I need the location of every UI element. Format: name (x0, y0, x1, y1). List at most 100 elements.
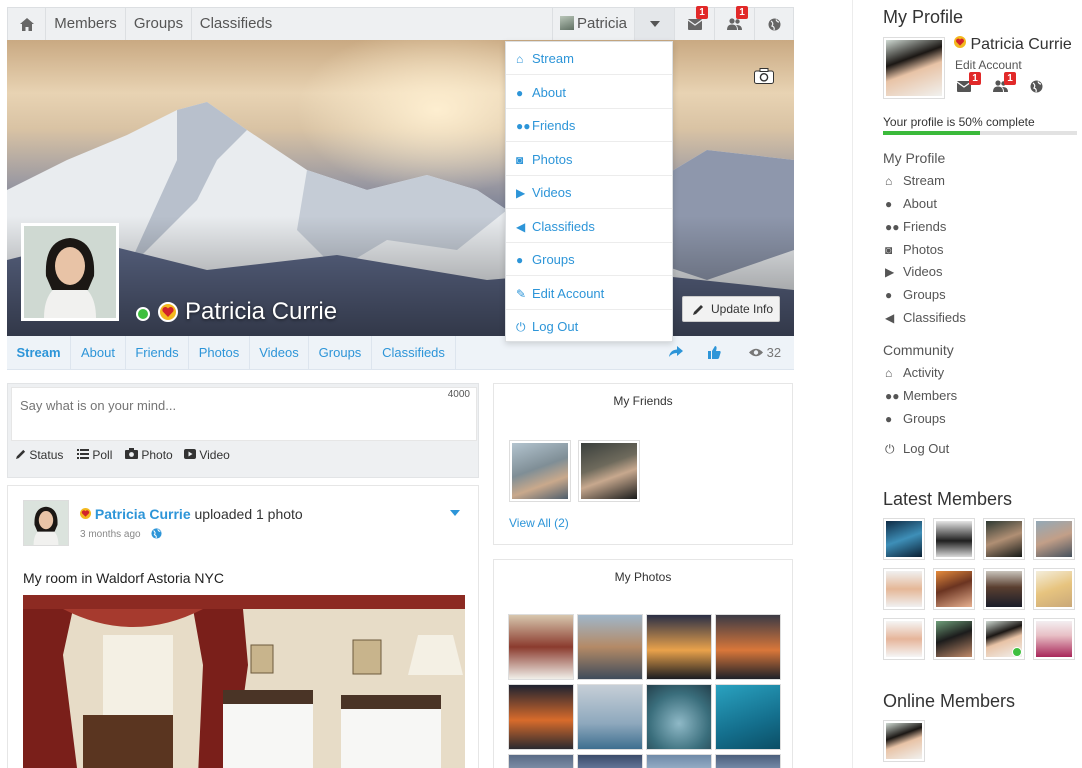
change-cover-button[interactable] (754, 68, 774, 84)
sidebar-link-classifieds[interactable]: ◀ Classifieds (885, 310, 966, 325)
my-friends-title: My Friends (613, 394, 673, 408)
status-option-poll-label: Poll (92, 448, 113, 462)
post-photo[interactable] (23, 595, 465, 768)
dropdown-label: Edit Account (532, 286, 605, 301)
dropdown-label: Stream (532, 51, 574, 66)
friend-requests-button[interactable]: 1 (714, 6, 754, 40)
photo-thumb[interactable] (715, 614, 781, 680)
dropdown-item-photos[interactable]: ◙ Photos (506, 143, 672, 176)
photo-thumb[interactable] (508, 614, 574, 680)
member-thumb[interactable] (983, 518, 1025, 560)
dropdown-item-groups[interactable]: ● Groups (506, 243, 672, 276)
profile-avatar[interactable] (21, 223, 119, 321)
online-member-thumb[interactable] (883, 720, 925, 762)
sidebar-link-label: Activity (903, 365, 945, 380)
photo-thumb[interactable] (715, 754, 781, 768)
photo-thumb[interactable] (646, 684, 712, 750)
globe-icon (1030, 80, 1043, 93)
sidebar-link-friends[interactable]: ●● Friends (885, 219, 946, 234)
member-thumb[interactable] (883, 518, 925, 560)
sidebar-link-photos[interactable]: ◙ Photos (885, 242, 943, 257)
dropdown-item-classifieds[interactable]: ◀ Classifieds (506, 210, 672, 243)
tab-friends[interactable]: Friends (126, 336, 189, 370)
friend-thumb[interactable] (578, 440, 640, 502)
dropdown-item-stream[interactable]: ⌂ Stream (506, 42, 672, 75)
sidebar-link-groups[interactable]: ● Groups (885, 287, 946, 302)
sidebar-link-activity[interactable]: ⌂ Activity (885, 365, 944, 380)
post-timestamp: 3 months ago (80, 528, 162, 540)
user-menu[interactable]: Patricia (552, 8, 634, 40)
member-thumb[interactable] (983, 568, 1025, 610)
member-thumb[interactable] (883, 568, 925, 610)
photo-thumb[interactable] (646, 614, 712, 680)
member-thumb[interactable] (1033, 618, 1075, 660)
post-options-button[interactable] (450, 504, 460, 519)
sidebar-mail-button[interactable]: 1 (956, 72, 981, 95)
status-option-video[interactable]: Video (184, 448, 230, 462)
dropdown-label: Friends (532, 118, 576, 133)
sidebar-link-about[interactable]: ● About (885, 196, 937, 211)
right-sidebar: My Profile Patricia Currie Edit Account … (852, 0, 1082, 768)
home-button[interactable] (8, 8, 46, 40)
dropdown-item-edit-account[interactable]: ✎ Edit Account (506, 277, 672, 310)
language-button[interactable] (754, 8, 794, 40)
post-author-avatar[interactable] (23, 500, 69, 546)
like-button[interactable] (708, 346, 721, 362)
member-thumb[interactable] (883, 618, 925, 660)
tab-videos[interactable]: Videos (250, 336, 309, 370)
friend-thumb[interactable] (509, 440, 571, 502)
tab-photos[interactable]: Photos (189, 336, 250, 370)
char-limit: 4000 (447, 389, 470, 400)
member-thumb[interactable] (933, 618, 975, 660)
status-option-status[interactable]: Status (16, 448, 63, 462)
sidebar-link-members[interactable]: ●● Members (885, 388, 957, 403)
dropdown-item-friends[interactable]: ●● Friends (506, 109, 672, 142)
mail-button[interactable]: 1 (674, 6, 714, 40)
member-thumb[interactable] (983, 618, 1025, 660)
photo-thumb[interactable] (577, 684, 643, 750)
home-icon (19, 18, 34, 31)
status-input[interactable] (11, 387, 477, 441)
user-menu-toggle[interactable] (634, 8, 674, 40)
sidebar-edit-account-link[interactable]: Edit Account (955, 58, 1022, 72)
photo-thumb[interactable] (715, 684, 781, 750)
status-option-poll[interactable]: Poll (77, 448, 112, 462)
photo-thumb[interactable] (508, 684, 574, 750)
users-icon: ●● (516, 119, 531, 133)
sidebar-link-community-groups[interactable]: ● Groups (885, 411, 946, 426)
photo-thumb[interactable] (646, 754, 712, 768)
update-info-button[interactable]: Update Info (682, 296, 780, 322)
dropdown-item-log-out[interactable]: ⏻ Log Out (506, 310, 672, 343)
dropdown-item-about[interactable]: ● About (506, 76, 672, 109)
sidebar-community-section: Community (883, 342, 954, 358)
my-profile-heading: My Profile (883, 7, 964, 27)
bullhorn-icon: ◀ (885, 311, 895, 325)
nav-members[interactable]: Members (46, 8, 126, 40)
member-thumb[interactable] (933, 518, 975, 560)
tab-about[interactable]: About (71, 336, 126, 370)
nav-groups[interactable]: Groups (126, 8, 192, 40)
member-thumb[interactable] (1033, 568, 1075, 610)
share-button[interactable] (669, 346, 683, 361)
photo-thumb[interactable] (508, 754, 574, 768)
tab-stream[interactable]: Stream (7, 336, 71, 370)
sidebar-link-stream[interactable]: ⌂ Stream (885, 173, 945, 188)
photo-thumb[interactable] (577, 614, 643, 680)
photo-thumb[interactable] (577, 754, 643, 768)
sidebar-language-button[interactable] (1030, 80, 1043, 96)
sidebar-link-log-out[interactable]: ⏻ Log Out (885, 441, 949, 457)
member-thumb[interactable] (933, 568, 975, 610)
sidebar-avatar[interactable] (883, 37, 945, 99)
sidebar-link-videos[interactable]: ▶ Videos (885, 264, 943, 279)
status-option-photo[interactable]: Photo (125, 448, 173, 462)
view-all-friends-link[interactable]: View All (2) (509, 516, 569, 530)
tab-groups[interactable]: Groups (309, 336, 372, 370)
tab-classifieds[interactable]: Classifieds (372, 336, 456, 370)
dropdown-item-videos[interactable]: ▶ Videos (506, 176, 672, 209)
member-thumb[interactable] (1033, 518, 1075, 560)
post-author-link[interactable]: Patricia Currie (95, 506, 191, 522)
sidebar-friend-requests-button[interactable]: 1 (993, 72, 1016, 95)
stream-post: Patricia Currie uploaded 1 photo 3 month… (7, 485, 479, 768)
nav-classifieds[interactable]: Classifieds (192, 8, 280, 40)
profile-name: Patricia Currie (185, 298, 338, 325)
